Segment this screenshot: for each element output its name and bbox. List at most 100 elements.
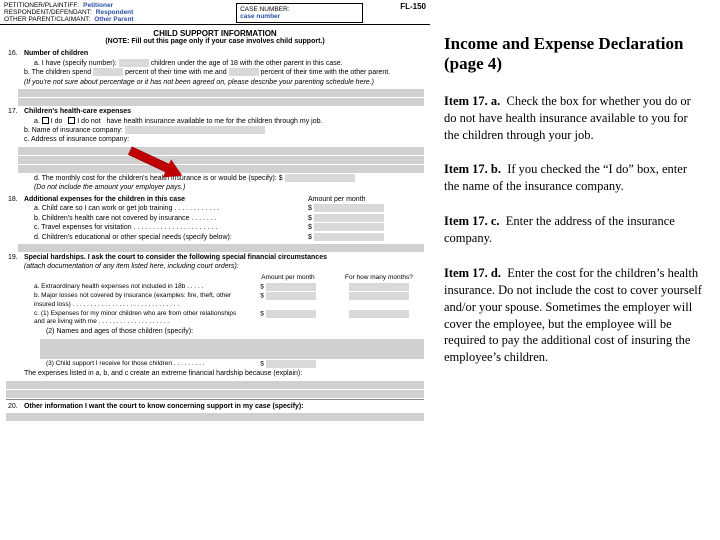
q19c3: (3) Child support I receive for those ch… <box>46 360 242 369</box>
respondent-value: Respondent <box>96 9 134 16</box>
q19b: b. Major losses not covered by insurance… <box>34 292 242 310</box>
case-number-box: CASE NUMBER: case number <box>236 3 363 23</box>
q18d: d. Children's educational or other speci… <box>34 233 308 242</box>
note-17b: Item 17. b. If you checked the “I do” bo… <box>444 161 702 195</box>
q17b-label: b. Name of insurance company: <box>24 127 123 134</box>
note-17d: Item 17. d. Enter the cost for the child… <box>444 265 702 366</box>
q18-title: Additional expenses for the children in … <box>24 195 185 204</box>
q17-num: 17. <box>8 107 22 116</box>
q19-col2: For how many months? <box>334 274 424 283</box>
note-17d-label: Item 17. d. <box>444 266 501 280</box>
respondent-label: RESPONDENT/DEFENDANT: <box>4 9 92 16</box>
q17c-label: c. Address of insurance company: <box>24 136 129 143</box>
otherparent-label: OTHER PARENT/CLAIMANT: <box>4 16 90 23</box>
q17-title: Children's health-care expenses <box>24 108 131 115</box>
case-number-value: case number <box>240 13 359 20</box>
q20-num: 20. <box>8 402 22 411</box>
q16a-field[interactable] <box>119 59 149 67</box>
q19c2-field[interactable] <box>40 339 424 359</box>
note-17d-text: Enter the cost for the children’s health… <box>444 266 702 364</box>
q16b-field2[interactable] <box>229 68 259 76</box>
q19c2: (2) Names and ages of those children (sp… <box>24 327 424 336</box>
q17d-field[interactable] <box>285 174 355 182</box>
petitioner-value: Petitioner <box>83 2 113 9</box>
q18c: c. Travel expenses for visitation . . . … <box>34 223 308 232</box>
q20-field[interactable] <box>6 413 424 421</box>
q19a-months[interactable] <box>349 283 409 291</box>
instruction-panel: Income and Expense Declaration (page 4) … <box>430 0 720 540</box>
q18a-field[interactable] <box>314 204 384 212</box>
q19: 19. Special hardships. I ask the court t… <box>0 253 430 339</box>
q19c1-months[interactable] <box>349 310 409 318</box>
q16b-tail: percent of their time with me and <box>125 69 227 76</box>
q16a-label: a. I have (specify number): <box>34 60 117 67</box>
q18d-specify-field[interactable] <box>18 244 424 252</box>
q19-explain-1[interactable] <box>6 381 424 389</box>
q16: 16. Number of children a. I have (specif… <box>0 49 430 89</box>
q17c-field-1[interactable] <box>18 147 424 155</box>
form-code: FL-150 <box>363 2 426 23</box>
otherparent-value: Other Parent <box>94 16 133 23</box>
q18c-field[interactable] <box>314 223 384 231</box>
divider <box>6 399 424 400</box>
q19c3-amt[interactable] <box>266 360 316 368</box>
q19-col1: Amount per month <box>248 274 328 283</box>
q16-title: Number of children <box>24 50 88 57</box>
q17: 17. Children's health-care expenses a. I… <box>0 107 430 147</box>
q16a-tail: children under the age of 18 with the ot… <box>151 60 343 67</box>
q18-col: Amount per month <box>308 195 418 204</box>
q17a-label: a. <box>34 118 40 125</box>
q19-sub: (attach documentation of any item listed… <box>24 263 239 270</box>
q17b-field[interactable] <box>125 126 265 134</box>
q20: 20. Other information I want the court t… <box>0 402 430 413</box>
slide: PETITIONER/PLAINTIFF: Petitioner RESPONDE… <box>0 0 720 540</box>
q16b-label: b. The children spend <box>24 69 91 76</box>
case-number-label: CASE NUMBER: <box>240 6 359 13</box>
note-17c-label: Item 17. c. <box>444 214 500 228</box>
q17a-checkbox-ido[interactable] <box>42 117 49 124</box>
q18b-field[interactable] <box>314 214 384 222</box>
section-note: (NOTE: Fill out this page only if your c… <box>0 38 430 45</box>
q18: 18. Additional expenses for the children… <box>0 195 430 244</box>
q19-title: Special hardships. I ask the court to co… <box>24 254 327 261</box>
q19-explain-2[interactable] <box>6 390 424 398</box>
q17c-field-3[interactable] <box>18 165 424 173</box>
q18d-field[interactable] <box>314 233 384 241</box>
q19b-amt[interactable] <box>266 292 316 300</box>
form-header: PETITIONER/PLAINTIFF: Petitioner RESPONDE… <box>0 0 430 25</box>
q19b-months[interactable] <box>349 292 409 300</box>
form-fl150-page4: PETITIONER/PLAINTIFF: Petitioner RESPONDE… <box>0 0 430 540</box>
note-17a: Item 17. a. Check the box for whether yo… <box>444 93 702 144</box>
q17d-label: d. The monthly cost for the children's h… <box>34 175 283 182</box>
note-17c: Item 17. c. Enter the address of the ins… <box>444 213 702 247</box>
petitioner-label: PETITIONER/PLAINTIFF: <box>4 2 79 9</box>
q18b: b. Children's health care not covered by… <box>34 214 308 223</box>
q19-num: 19. <box>8 253 22 262</box>
notes-title: Income and Expense Declaration (page 4) <box>444 34 702 75</box>
q16-schedule-field-2[interactable] <box>18 98 424 106</box>
q19a-amt[interactable] <box>266 283 316 291</box>
q19a: a. Extraordinary health expenses not inc… <box>34 283 242 292</box>
q17d-row: d. The monthly cost for the children's h… <box>0 174 430 195</box>
q17a-checkbox-idonot[interactable] <box>68 117 75 124</box>
q19-tail: The expenses listed in a, b, and c creat… <box>24 370 302 377</box>
section-title: CHILD SUPPORT INFORMATION <box>0 29 430 38</box>
q18-num: 18. <box>8 195 22 204</box>
q17a-idonot: I do not <box>77 118 100 125</box>
note-17a-label: Item 17. a. <box>444 94 500 108</box>
q16-schedule-field[interactable] <box>18 89 424 97</box>
q16-num: 16. <box>8 49 22 58</box>
q16b-note: (If you're not sure about percentage or … <box>24 79 374 86</box>
q16b-tail2: percent of their time with the other par… <box>261 69 391 76</box>
q19c1: c. (1) Expenses for my minor children wh… <box>34 310 242 328</box>
q17c-field-2[interactable] <box>18 156 424 164</box>
q17a-ido: I do <box>51 118 63 125</box>
q19c3-row: (3) Child support I receive for those ch… <box>0 360 430 381</box>
note-17b-label: Item 17. b. <box>444 162 501 176</box>
q17a-tail: have health insurance available to me fo… <box>106 118 322 125</box>
q17d-note: (Do not include the amount your employer… <box>34 184 185 191</box>
q16b-field1[interactable] <box>93 68 123 76</box>
q19c1-amt[interactable] <box>266 310 316 318</box>
q20-title: Other information I want the court to kn… <box>24 403 304 410</box>
q18a: a. Child care so I can work or get job t… <box>34 204 308 213</box>
